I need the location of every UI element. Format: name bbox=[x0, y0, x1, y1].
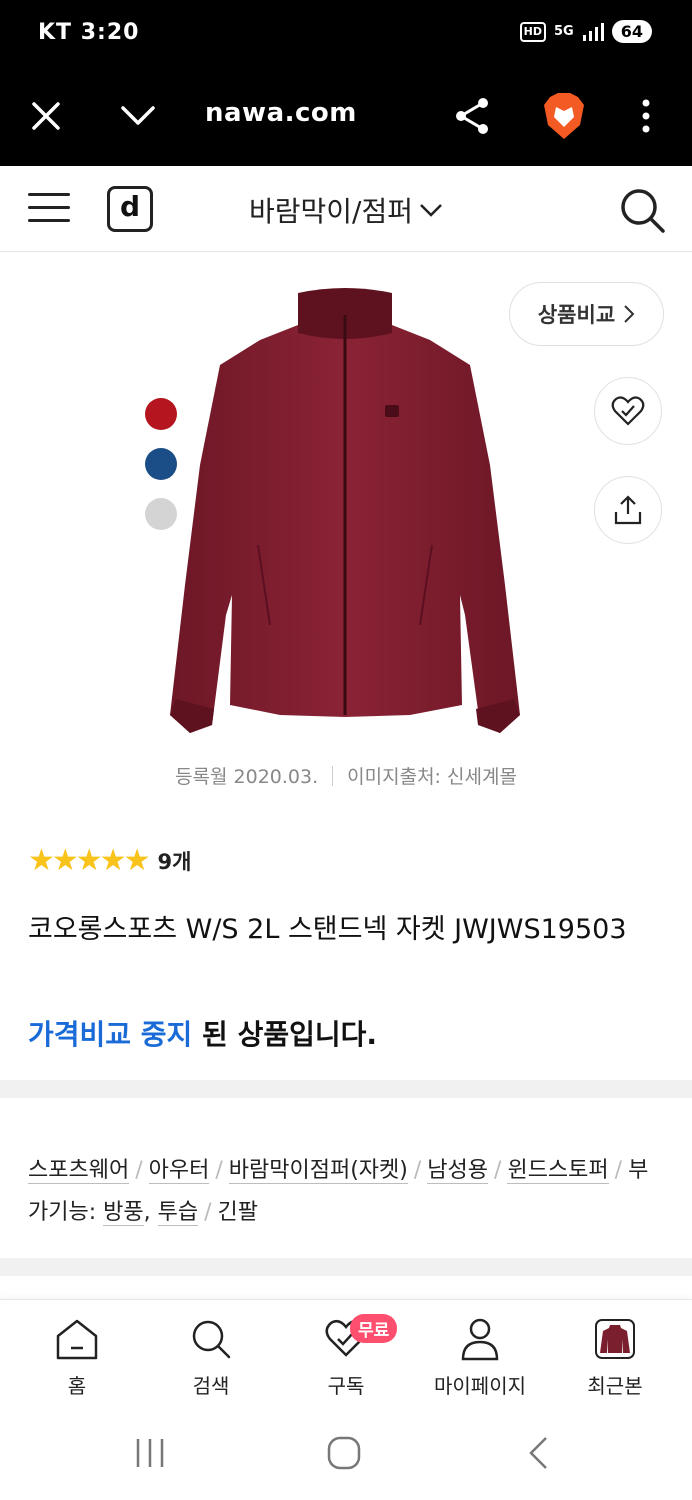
nav-search-label: 검색 bbox=[192, 1374, 230, 1398]
compare-label: 상품비교 bbox=[537, 303, 616, 327]
status-icons: HD 5G 64 bbox=[519, 20, 652, 43]
tag-link[interactable]: 투습 bbox=[157, 1200, 199, 1226]
category-selector[interactable]: 바람막이/점퍼 bbox=[0, 190, 692, 230]
product-image bbox=[170, 288, 520, 733]
battery-indicator: 64 bbox=[611, 20, 652, 43]
status-bar: KT 3:20 HD 5G 64 bbox=[0, 0, 692, 70]
color-swatch-red[interactable] bbox=[145, 398, 177, 430]
close-icon bbox=[32, 102, 60, 130]
url-text[interactable]: nawa.com bbox=[205, 98, 357, 128]
share-button[interactable] bbox=[444, 88, 500, 144]
nav-mypage-label: 마이페이지 bbox=[434, 1374, 526, 1398]
product-title: 코오롱스포츠 W/S 2L 스탠드넥 자켓 JWJWS19503 bbox=[28, 914, 627, 945]
collapse-toolbar-button[interactable] bbox=[110, 88, 166, 144]
browser-toolbar: nawa.com bbox=[0, 70, 692, 166]
recent-apps-icon[interactable] bbox=[134, 1435, 166, 1471]
chevron-down-icon bbox=[420, 204, 442, 217]
nav-home[interactable]: 홈 bbox=[17, 1316, 137, 1399]
category-title: 바람막이/점퍼 bbox=[249, 195, 413, 228]
tag-link[interactable]: 아우터 bbox=[148, 1158, 210, 1184]
image-source: 이미지출처: 신세계몰 bbox=[347, 766, 517, 788]
bottom-nav: 홈 검색 무료 구독 마이페이지 최근본 bbox=[0, 1299, 692, 1409]
rating-stars: ★★★★★ bbox=[28, 843, 150, 878]
more-vertical-icon bbox=[642, 99, 650, 133]
person-icon bbox=[461, 1318, 499, 1361]
price-status-text: 된 상품입니다. bbox=[192, 1018, 378, 1051]
rating[interactable]: ★★★★★ 9개 bbox=[28, 843, 191, 878]
heart-check-icon bbox=[611, 396, 645, 426]
registration-date: 등록월 2020.03. bbox=[175, 766, 319, 788]
price-status: 가격비교 중지 된 상품입니다. bbox=[28, 1013, 377, 1053]
nav-recent[interactable]: 최근본 bbox=[555, 1316, 675, 1399]
more-menu-button[interactable] bbox=[618, 88, 674, 144]
search-icon bbox=[192, 1320, 231, 1359]
nav-subscribe[interactable]: 무료 구독 bbox=[286, 1314, 406, 1399]
chevron-right-icon bbox=[624, 305, 635, 323]
share-product-button[interactable] bbox=[594, 476, 662, 544]
system-nav-bar bbox=[0, 1409, 692, 1500]
tag-link[interactable]: 스포츠웨어 bbox=[28, 1158, 130, 1184]
meta-separator bbox=[332, 766, 334, 786]
upload-share-icon bbox=[614, 495, 642, 525]
price-status-highlight: 가격비교 중지 bbox=[28, 1018, 193, 1051]
tag-link[interactable]: 윈드스토퍼 bbox=[507, 1158, 609, 1184]
brave-shield-button[interactable] bbox=[536, 88, 592, 144]
nav-search[interactable]: 검색 bbox=[151, 1316, 271, 1399]
section-divider bbox=[0, 1258, 692, 1276]
review-count: 9개 bbox=[157, 849, 192, 874]
tag-link[interactable]: 바람막이점퍼(자켓) bbox=[228, 1158, 408, 1184]
home-button-icon[interactable] bbox=[326, 1435, 362, 1471]
share-icon bbox=[456, 98, 488, 134]
status-carrier-time: KT 3:20 bbox=[38, 20, 140, 45]
spec-tags: 스포츠웨어 / 아우터 / 바람막이점퍼(자켓) / 남성용 / 윈드스토퍼 / 부가기능: 방풍,… bbox=[28, 1158, 649, 1226]
network-indicator: 5G bbox=[554, 23, 574, 39]
tag-link[interactable]: 남성용 bbox=[427, 1158, 489, 1184]
close-tab-button[interactable] bbox=[18, 88, 74, 144]
tag-link[interactable]: 방풍 bbox=[103, 1200, 144, 1226]
nav-home-label: 홈 bbox=[67, 1374, 87, 1398]
color-swatch-navy[interactable] bbox=[145, 448, 177, 480]
signal-icon bbox=[582, 22, 604, 41]
recent-product-thumbnail bbox=[595, 1319, 635, 1359]
nav-mypage[interactable]: 마이페이지 bbox=[420, 1316, 540, 1399]
chevron-down-icon bbox=[121, 106, 155, 125]
search-icon[interactable] bbox=[618, 186, 666, 234]
nav-subscribe-label: 구독 bbox=[327, 1374, 365, 1398]
color-swatch-gray[interactable] bbox=[145, 498, 177, 530]
tag-text: 긴팔 bbox=[217, 1200, 259, 1225]
wishlist-button[interactable] bbox=[594, 377, 662, 445]
back-icon[interactable] bbox=[526, 1435, 550, 1471]
compare-button[interactable]: 상품비교 bbox=[509, 282, 664, 346]
nav-recent-label: 최근본 bbox=[587, 1374, 643, 1398]
home-icon bbox=[56, 1319, 98, 1360]
section-divider bbox=[0, 1080, 692, 1098]
product-meta: 등록월 2020.03. 이미지출처: 신세계몰 bbox=[0, 762, 692, 789]
brave-lion-icon bbox=[544, 93, 584, 139]
hd-indicator: HD bbox=[519, 21, 547, 42]
site-header: d 바람막이/점퍼 bbox=[0, 166, 692, 252]
free-badge: 무료 bbox=[350, 1314, 398, 1343]
